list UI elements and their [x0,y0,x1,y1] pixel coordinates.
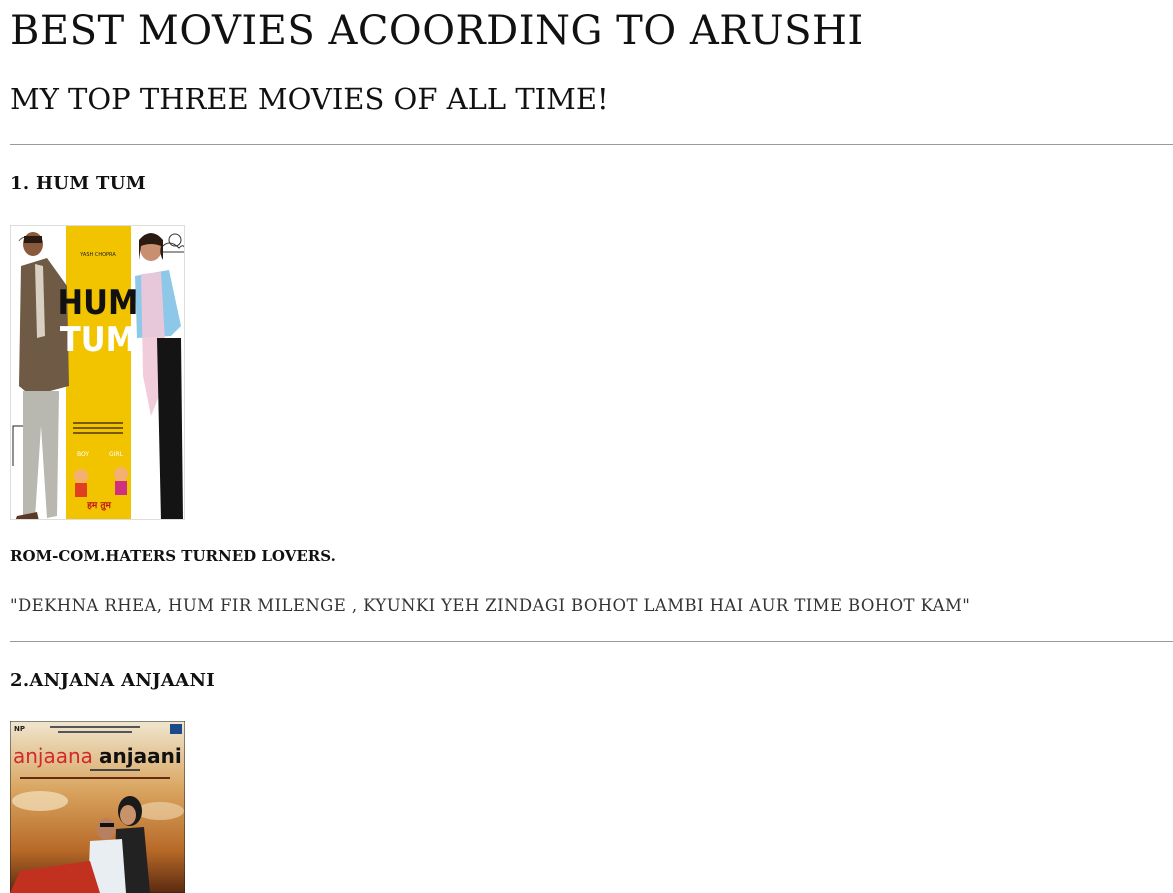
page-title: BEST MOVIES ACOORDING TO ARUSHI [10,8,864,54]
movie-title-1: 1. HUM TUM [10,173,146,194]
svg-text:GIRL: GIRL [109,451,124,458]
svg-text:anjaana: anjaana [13,744,93,768]
svg-text:हम तुम: हम तुम [86,501,111,511]
divider [10,641,1173,642]
svg-text:NP: NP [14,725,25,733]
svg-text:BOY: BOY [77,451,89,458]
svg-text:YASH CHOPRA: YASH CHOPRA [79,252,116,258]
movie-genre-1: ROM-COM.HATERS TURNED LOVERS. [10,547,336,565]
svg-text:anjaani: anjaani [99,744,182,768]
hum-tum-poster-image: YASH CHOPRA HUM TUM BOY GIRL हम तुम [10,225,185,520]
svg-text:HUM: HUM [58,283,139,323]
movie-quote-1: "DEKHNA RHEA, HUM FIR MILENGE , KYUNKI Y… [10,596,971,615]
page-subtitle: MY TOP THREE MOVIES OF ALL TIME! [10,82,609,116]
movie-title-2: 2.ANJANA ANJAANI [10,670,215,691]
anjaana-anjaani-poster-image: NP anjaana anjaani [10,721,185,893]
svg-text:TUM: TUM [60,320,136,360]
divider [10,144,1173,145]
